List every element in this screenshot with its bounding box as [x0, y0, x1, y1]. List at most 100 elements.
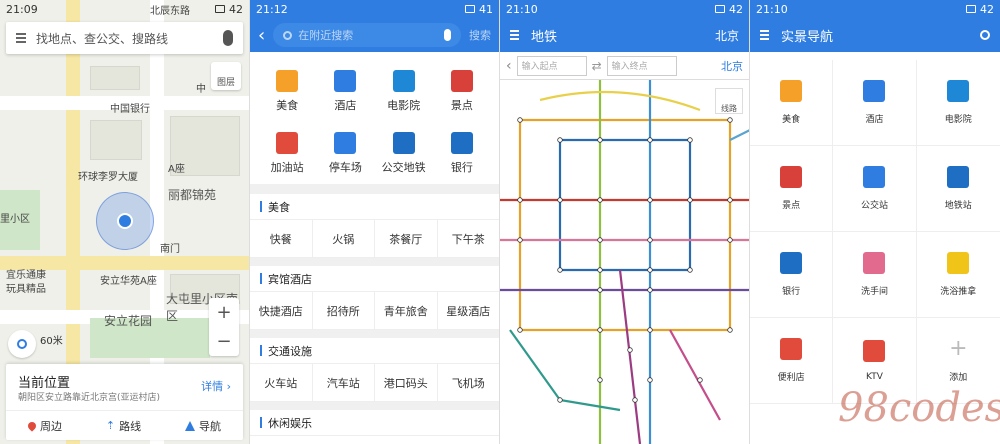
map-label-liqu: 里小区 [0, 214, 30, 225]
category-icon [334, 131, 357, 154]
scene-item-0[interactable]: 美食 [750, 60, 834, 146]
scene-item-5[interactable]: 地铁站 [916, 146, 1000, 232]
back-icon[interactable]: ‹ [258, 25, 265, 46]
scene-item-3[interactable]: 景点 [750, 146, 834, 232]
line-yizhuang [669, 329, 721, 421]
scene-icon [780, 166, 803, 188]
subcategory-item[interactable]: 青年旅舍 [375, 292, 438, 329]
subcategory-item[interactable]: 快餐 [250, 220, 313, 257]
menu-icon[interactable] [760, 30, 769, 40]
scene-label: 洗手间 [860, 287, 888, 297]
city-selector[interactable]: 北京 [715, 27, 739, 44]
zoom-in-button[interactable]: + [209, 298, 239, 327]
menu-icon[interactable] [510, 30, 519, 40]
category-5[interactable]: 停车场 [316, 122, 374, 184]
scene-item-6[interactable]: 银行 [750, 232, 834, 318]
subway-header: 21:10 42 地铁 北京 [500, 0, 749, 52]
card-actions: 周边 ⇡ 路线 导航 [6, 410, 243, 440]
subcategory-item[interactable]: 火车站 [250, 364, 313, 401]
scene-icon [780, 338, 803, 360]
scene-label: 银行 [782, 287, 801, 297]
map-label-anli-garden: 安立花园 [104, 314, 153, 328]
subcategory-item[interactable]: 下午茶 [438, 220, 500, 257]
locate-button[interactable] [8, 330, 36, 358]
section-title: 美食 [268, 200, 290, 214]
section-title: 宾馆酒店 [268, 272, 312, 286]
nearby-action[interactable]: 周边 [26, 418, 62, 434]
category-icon [392, 69, 415, 92]
layer-button[interactable]: 图层 [211, 62, 241, 90]
scene-item-8[interactable]: 洗浴推拿 [916, 232, 1000, 318]
menu-icon[interactable] [16, 33, 26, 43]
navigate-action[interactable]: 导航 [185, 418, 221, 434]
back-icon[interactable]: ‹ [506, 58, 512, 74]
category-6[interactable]: 公交地铁 [375, 122, 433, 184]
swap-icon[interactable]: ⇄ [592, 59, 602, 73]
search-input[interactable]: 找地点、查公交、搜路线 [36, 30, 168, 47]
current-location-card: 当前位置 朝阳区安立路靠近北京宫(亚运村店) 详情 › 周边 ⇡ 路线 导航 [6, 364, 243, 440]
route-action[interactable]: ⇡ 路线 [106, 418, 141, 434]
microphone-icon[interactable] [223, 30, 233, 46]
navigate-icon [185, 420, 196, 431]
zoom-out-button[interactable]: − [209, 327, 239, 356]
category-0[interactable]: 美食 [258, 60, 316, 122]
category-label: 银行 [450, 160, 473, 174]
category-3[interactable]: 景点 [433, 60, 491, 122]
status-time: 21:09 [6, 2, 38, 16]
scene-label: 酒店 [865, 115, 884, 125]
category-label: 加油站 [270, 160, 304, 174]
line-info-button[interactable]: 线路 [715, 88, 743, 114]
subway-map[interactable] [500, 80, 750, 444]
scene-icon [863, 339, 886, 362]
add-icon: + [949, 336, 968, 361]
category-4[interactable]: 加油站 [258, 122, 316, 184]
card-address: 朝阳区安立路靠近北京宫(亚运村店) [18, 393, 161, 403]
scene-label: 景点 [782, 201, 801, 211]
search-button[interactable]: 搜索 [469, 27, 491, 43]
category-label: 公交地铁 [381, 160, 426, 174]
panel-subway: 21:10 42 地铁 北京 ‹ 输入起点 ⇄ 输入终点 北京 线路 [500, 0, 750, 444]
map-label-huanqiu: 环球李罗大厦 [78, 172, 138, 183]
section-title: 休闲娱乐 [268, 416, 312, 430]
subcategory-item[interactable]: 火锅 [313, 220, 375, 257]
status-time: 21:12 [256, 2, 288, 16]
nearby-search-input[interactable]: 在附近搜索 [273, 23, 461, 47]
map-label-anli-a: 安立华苑A座 [100, 276, 157, 287]
category-7[interactable]: 银行 [433, 122, 491, 184]
scene-grid: 美食 酒店 电影院 景点 公交站 地铁站 银行 洗手间 洗浴推拿 便利店 KTV + 添加 [750, 60, 1000, 404]
status-bar: 21:10 42 [750, 0, 1000, 18]
end-input[interactable]: 输入终点 [606, 55, 677, 76]
scene-item-2[interactable]: 电影院 [916, 60, 1000, 146]
card-detail-link[interactable]: 详情 › [201, 378, 231, 394]
category-1[interactable]: 酒店 [316, 60, 374, 122]
start-input[interactable]: 输入起点 [516, 55, 587, 76]
scene-item-1[interactable]: 酒店 [833, 60, 917, 146]
scene-item-4[interactable]: 公交站 [833, 146, 917, 232]
search-icon [283, 30, 293, 40]
subcategory-item[interactable]: 港口码头 [375, 364, 438, 401]
city-link[interactable]: 北京 [721, 58, 743, 74]
status-bar: 21:12 41 [250, 0, 499, 18]
map-label-zhong: 中 [196, 84, 206, 95]
category-2[interactable]: 电影院 [375, 60, 433, 122]
subcategory-item[interactable]: 快捷酒店 [250, 292, 313, 329]
scene-item-9[interactable]: 便利店 [750, 318, 834, 404]
subcategory-item[interactable]: 汽车站 [313, 364, 375, 401]
pin-icon [26, 419, 38, 432]
scene-label: 电影院 [944, 115, 972, 125]
microphone-icon[interactable] [444, 29, 451, 41]
search-bar[interactable]: 找地点、查公交、搜路线 [6, 22, 243, 54]
scene-label: 便利店 [777, 373, 805, 383]
subway-title: 地铁 [531, 29, 558, 45]
subcategory-item[interactable]: 招待所 [313, 292, 375, 329]
panel-scene-nav: 21:10 42 实景导航 美食 酒店 电影院 景点 公交站 地铁站 银行 洗手间 洗浴推拿 便利… [750, 0, 1000, 444]
section-items: 快捷酒店 招待所 青年旅舍 星级酒店 [250, 292, 499, 330]
card-title: 当前位置 [18, 376, 71, 391]
scene-label: 美食 [782, 115, 801, 125]
scene-item-7[interactable]: 洗手间 [833, 232, 917, 318]
subcategory-item[interactable]: 星级酒店 [438, 292, 500, 329]
subcategory-item[interactable]: 飞机场 [438, 364, 500, 401]
status-battery: 41 [479, 2, 493, 16]
search-icon[interactable] [980, 30, 990, 40]
subcategory-item[interactable]: 茶餐厅 [375, 220, 438, 257]
